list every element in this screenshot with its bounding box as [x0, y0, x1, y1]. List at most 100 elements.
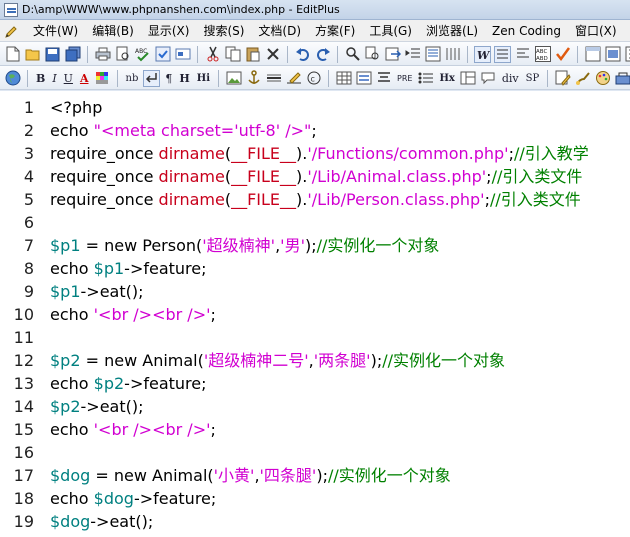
- nbsp-button[interactable]: nb: [124, 70, 141, 87]
- toggle-icon[interactable]: [174, 46, 191, 63]
- menu-item[interactable]: 编辑(B): [85, 20, 141, 42]
- code-token: $p1: [50, 282, 81, 301]
- toolbar-separator: [27, 69, 28, 87]
- div-button[interactable]: div: [500, 70, 521, 87]
- code-token: ->eat();: [80, 397, 144, 416]
- print-icon[interactable]: [94, 46, 111, 63]
- font-color-button[interactable]: A: [78, 70, 91, 87]
- paste-icon[interactable]: [244, 46, 261, 63]
- paragraph-button[interactable]: ¶: [163, 70, 174, 87]
- goto-icon[interactable]: [384, 46, 401, 63]
- code-text: echo "<meta charset='utf-8' />";: [50, 119, 317, 142]
- save-all-icon[interactable]: [64, 46, 81, 63]
- save-icon[interactable]: [44, 46, 61, 63]
- code-token: //实例化一个对象: [327, 466, 451, 485]
- menu-item[interactable]: 显示(X): [141, 20, 197, 42]
- underline-button[interactable]: U: [62, 70, 75, 87]
- code-token: ).: [296, 144, 308, 163]
- redo-icon[interactable]: [314, 46, 331, 63]
- column-select-icon[interactable]: [444, 46, 461, 63]
- hi-button[interactable]: Hi: [195, 70, 212, 87]
- spell-check-icon[interactable]: ABC: [134, 46, 151, 63]
- code-token: $dog: [93, 489, 134, 508]
- code-token: echo: [50, 489, 94, 508]
- svg-text:c: c: [310, 75, 314, 84]
- title-bar: D:\amp\WWW\www.phpnanshen.com\index.php …: [0, 0, 630, 20]
- code-token: ->feature;: [124, 374, 207, 393]
- menu-item[interactable]: 帮助: [624, 20, 630, 42]
- settings-icon[interactable]: [624, 46, 630, 63]
- copyright-icon[interactable]: c: [305, 70, 322, 87]
- code-line: 9 $p1->eat();: [0, 280, 630, 303]
- code-text: echo $p2->feature;: [50, 372, 207, 395]
- panel-icon[interactable]: [584, 46, 601, 63]
- code-line: 6: [0, 211, 630, 234]
- toolbar-separator: [577, 45, 578, 63]
- code-token: = new Person(: [80, 236, 203, 255]
- copy-icon[interactable]: [224, 46, 241, 63]
- toolbar-separator: [337, 45, 338, 63]
- abc-icon[interactable]: ABC ABD: [534, 46, 551, 63]
- menu-item[interactable]: 搜索(S): [196, 20, 251, 42]
- line-break-icon[interactable]: [143, 69, 161, 87]
- form-icon[interactable]: [355, 70, 372, 87]
- code-token: '四条腿': [259, 466, 317, 485]
- heading-button[interactable]: H: [177, 70, 191, 87]
- code-line: 14 $p2->eat();: [0, 395, 630, 418]
- comment-icon[interactable]: [480, 70, 497, 87]
- cut-icon[interactable]: [204, 46, 221, 63]
- anchor-icon[interactable]: [245, 70, 262, 87]
- code-token: '/Functions/common.php': [307, 144, 509, 163]
- undo-icon[interactable]: [294, 46, 311, 63]
- list-icon[interactable]: [417, 70, 434, 87]
- check-icon[interactable]: [154, 46, 171, 63]
- code-text: require_once dirname(__FILE__).'/Lib/Ani…: [50, 165, 582, 188]
- replace-icon[interactable]: [364, 46, 381, 63]
- find-icon[interactable]: [344, 46, 361, 63]
- menu-item[interactable]: Zen Coding: [485, 20, 568, 42]
- file-list-icon[interactable]: [424, 46, 441, 63]
- ruler-icon[interactable]: [514, 46, 531, 63]
- color-grid-icon[interactable]: [94, 70, 111, 87]
- edit-doc-icon[interactable]: [554, 70, 571, 87]
- menu-item[interactable]: 文件(W): [26, 20, 85, 42]
- word-wrap-icon[interactable]: W: [474, 45, 491, 63]
- window-title: D:\amp\WWW\www.phpnanshen.com\index.php …: [22, 3, 340, 16]
- menu-item[interactable]: 浏览器(L): [419, 20, 485, 42]
- browser-globe-icon[interactable]: [4, 70, 21, 87]
- html-toolbar: B I U A nb ¶ H Hi c PRE Hx div SP: [0, 66, 630, 90]
- toolbar-separator: [547, 69, 549, 87]
- menu-item[interactable]: 文档(D): [251, 20, 308, 42]
- bold-button[interactable]: B: [34, 70, 47, 87]
- pre-button[interactable]: PRE: [395, 70, 414, 87]
- delete-icon[interactable]: [264, 46, 281, 63]
- hx-button[interactable]: Hx: [437, 70, 456, 87]
- toolbar-separator: [328, 69, 329, 87]
- print-preview-icon[interactable]: [114, 46, 131, 63]
- image-icon[interactable]: [225, 70, 242, 87]
- new-file-icon[interactable]: [4, 46, 21, 63]
- horizontal-rule-icon[interactable]: [265, 70, 282, 87]
- menu-item[interactable]: 方案(F): [308, 20, 362, 42]
- span-button[interactable]: SP: [524, 70, 542, 87]
- frame-icon[interactable]: [460, 70, 477, 87]
- indent-icon[interactable]: [404, 46, 421, 63]
- menu-item[interactable]: 工具(G): [362, 20, 419, 42]
- menu-item[interactable]: 窗口(X): [568, 20, 624, 42]
- code-line: 12 $p2 = new Animal('超级楠神二号','两条腿');//实例化…: [0, 349, 630, 372]
- code-token: "<meta charset='utf-8' />": [93, 121, 312, 140]
- line-number-icon[interactable]: [494, 45, 511, 63]
- checkmark-icon[interactable]: [554, 46, 571, 63]
- pencil-edit-icon[interactable]: [285, 70, 302, 87]
- table-icon[interactable]: [335, 70, 352, 87]
- align-center-icon[interactable]: [375, 70, 392, 87]
- tools-icon[interactable]: [614, 70, 630, 87]
- open-folder-icon[interactable]: [24, 46, 41, 63]
- code-editor[interactable]: 1 <?php 2 echo "<meta charset='utf-8' />"; 3…: [0, 91, 630, 537]
- window-icon[interactable]: [604, 46, 621, 63]
- code-token: '超级楠神二号': [203, 351, 309, 370]
- palette-icon[interactable]: [594, 70, 611, 87]
- code-token: '两条腿': [313, 351, 371, 370]
- italic-button[interactable]: I: [50, 70, 58, 87]
- brush-icon[interactable]: [574, 70, 591, 87]
